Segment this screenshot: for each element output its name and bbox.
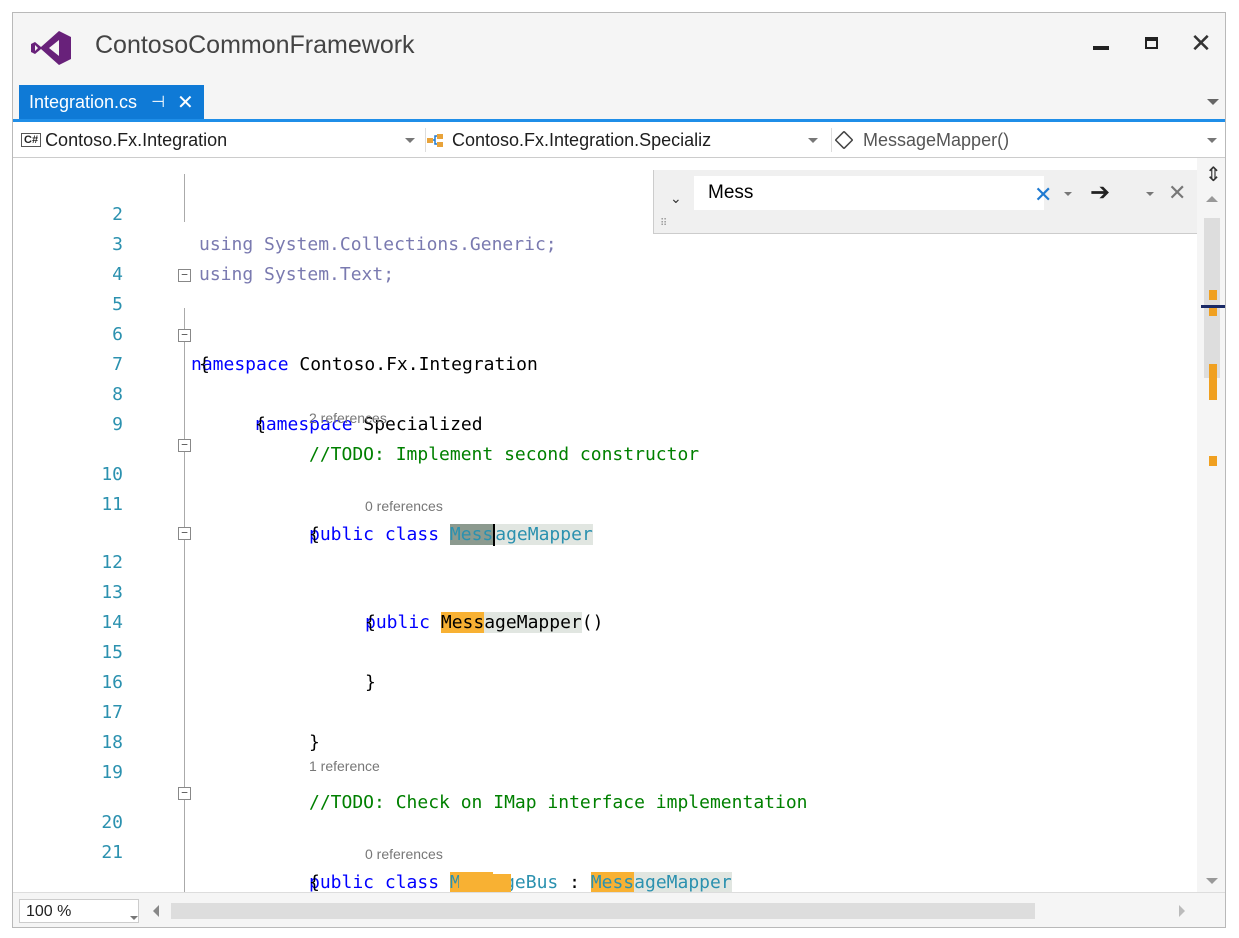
code-line: 9 //TODO: Implement second constructor — [13, 380, 1197, 465]
document-tab-strip: Integration.cs ⊣ ✕ — [13, 85, 1225, 122]
collapse-icon[interactable]: − — [178, 527, 191, 540]
close-icon: ✕ — [1190, 27, 1212, 58]
pin-icon[interactable]: ⊣ — [151, 92, 165, 112]
code-line: 8 { — [13, 350, 1197, 435]
line-number: 21 — [101, 842, 123, 863]
collapse-icon[interactable]: − — [178, 269, 191, 282]
match-highlight — [459, 874, 511, 892]
divider — [831, 128, 832, 152]
code-editor[interactable]: 2 using System.Collections.Generic; 3 us… — [13, 158, 1197, 892]
project-dropdown[interactable]: C# Contoso.Fx.Integration — [21, 122, 421, 158]
horizontal-scroll-thumb[interactable] — [171, 903, 1035, 919]
code-text: : — [558, 872, 591, 892]
class-icon — [427, 134, 443, 147]
tab-integration-cs[interactable]: Integration.cs ⊣ ✕ — [19, 85, 204, 119]
code-line: 4 — [13, 230, 1197, 285]
vertical-scrollbar[interactable]: ⇕ — [1197, 158, 1225, 892]
scroll-left-icon[interactable] — [153, 905, 159, 917]
visual-studio-logo-icon — [31, 31, 71, 65]
member-dropdown[interactable]: MessageMapper() — [834, 122, 1219, 158]
find-input[interactable] — [694, 176, 1044, 210]
codelens-references[interactable]: 1 reference — [309, 758, 380, 774]
member-dropdown-label: MessageMapper() — [863, 129, 1010, 150]
code-line: 19 //TODO: Check on IMap interface imple… — [13, 728, 1197, 813]
code-text: { — [309, 872, 320, 892]
zoom-dropdown[interactable]: 100 % — [19, 899, 139, 923]
code-line: 18 — [13, 698, 1197, 753]
code-line: 13 { — [13, 548, 1197, 633]
match-marker — [1209, 290, 1217, 300]
type-dropdown[interactable]: Contoso.Fx.Integration.Specializ — [426, 122, 828, 158]
code-line: 14 — [13, 578, 1197, 633]
chevron-down-icon — [1207, 138, 1217, 143]
collapse-icon[interactable]: − — [178, 329, 191, 342]
code-line: 10 − public class Mess ageMapper — [13, 430, 1197, 546]
chevron-down-icon — [130, 916, 138, 920]
close-find-icon[interactable]: ✕ — [1168, 180, 1186, 206]
scroll-down-icon[interactable] — [1206, 878, 1218, 884]
toggle-replace-chevron-icon[interactable]: ⌄ — [670, 190, 682, 207]
maximize-icon — [1144, 37, 1158, 49]
tab-close-icon[interactable]: ✕ — [177, 90, 194, 115]
code-line: 21 { — [13, 808, 1197, 892]
ide-window: ContosoCommonFramework ✕ Integration.cs … — [12, 12, 1226, 928]
code-line: 20 − public class MessageBus : MessageMa… — [13, 778, 1197, 892]
code-line: 15 } — [13, 608, 1197, 693]
window-title: ContosoCommonFramework — [95, 31, 415, 59]
find-options-chevron-icon[interactable] — [1146, 192, 1154, 196]
codelens-references[interactable]: 2 references — [309, 410, 387, 426]
code-line: 16 — [13, 638, 1197, 693]
match-marker — [1209, 456, 1217, 466]
match-marker — [1209, 308, 1217, 316]
project-dropdown-label: Contoso.Fx.Integration — [45, 129, 228, 150]
editor-status-bar: 100 % — [13, 892, 1225, 927]
zoom-level: 100 % — [26, 903, 72, 920]
code-line: 12 − public MessageMapper() — [13, 518, 1197, 633]
title-bar: ContosoCommonFramework ✕ — [13, 13, 1225, 85]
collapse-icon[interactable]: − — [178, 439, 191, 452]
navigation-bar: C# Contoso.Fx.Integration Contoso.Fx.Int… — [13, 122, 1225, 158]
tab-label: Integration.cs — [29, 91, 138, 112]
keyword: public class — [309, 872, 450, 892]
type-dropdown-label: Contoso.Fx.Integration.Specializ — [452, 129, 712, 150]
maximize-button[interactable] — [1133, 25, 1169, 61]
code-line: 7 − namespace Specialized — [13, 320, 1197, 435]
search-history-chevron-icon[interactable] — [1064, 192, 1072, 196]
collapse-icon[interactable]: − — [178, 787, 191, 800]
code-line: 6 { — [13, 290, 1197, 375]
clear-search-icon[interactable]: ✕ — [1034, 182, 1052, 208]
code-line: 17 } — [13, 668, 1197, 753]
find-next-arrow-icon[interactable]: ➔ — [1090, 178, 1110, 207]
find-widget: ⌄ ✕ ➔ ✕ ⠿ — [653, 170, 1197, 234]
minimize-icon — [1093, 46, 1109, 50]
match-highlight: Mess — [590, 872, 635, 892]
chevron-down-icon — [808, 138, 818, 143]
class-name: ageMapper — [634, 872, 732, 892]
method-icon — [834, 130, 854, 150]
csharp-project-icon: C# — [21, 133, 42, 147]
chevron-down-icon — [405, 138, 415, 143]
scroll-up-icon[interactable] — [1206, 196, 1218, 202]
codelens-references[interactable]: 0 references — [365, 846, 443, 862]
minimize-button[interactable] — [1083, 25, 1119, 61]
close-window-button[interactable]: ✕ — [1183, 25, 1219, 61]
grip-icon[interactable]: ⠿ — [660, 218, 667, 229]
match-marker — [1209, 364, 1217, 400]
scroll-right-icon[interactable] — [1179, 905, 1185, 917]
codelens-references[interactable]: 0 references — [365, 498, 443, 514]
tab-overflow-chevron-icon[interactable] — [1207, 99, 1219, 105]
line-number: 11 — [101, 494, 123, 515]
code-line: 5 − namespace Contoso.Fx.Integration — [13, 260, 1197, 375]
split-window-icon[interactable]: ⇕ — [1205, 162, 1222, 187]
code-line: 11 { — [13, 460, 1197, 545]
